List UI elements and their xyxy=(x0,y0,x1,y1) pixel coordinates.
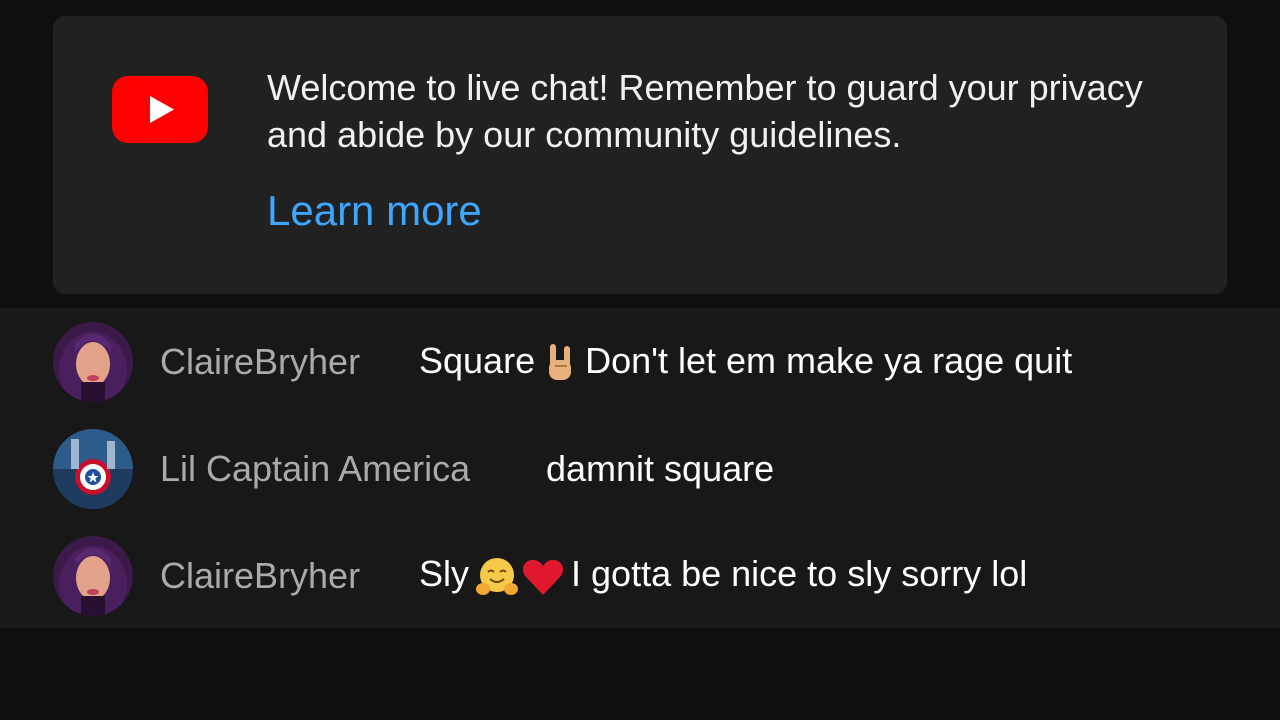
author-name[interactable]: ClaireBryher xyxy=(160,341,360,383)
message-text: damnit square xyxy=(546,448,774,490)
author-name[interactable]: ClaireBryher xyxy=(160,555,360,597)
welcome-card: Welcome to live chat! Remember to guard … xyxy=(53,16,1227,294)
message-text: Sly I gotta be nice to sly sorry lol xyxy=(419,553,1027,598)
learn-more-link[interactable]: Learn more xyxy=(267,186,482,236)
author-name[interactable]: Lil Captain America xyxy=(160,448,470,490)
user-avatar-icon[interactable] xyxy=(53,322,133,402)
chat-message: Lil Captain America damnit square xyxy=(0,419,1280,519)
message-text-before: damnit square xyxy=(546,448,775,489)
hugging-face-emoji xyxy=(476,557,519,595)
red-heart-emoji xyxy=(522,559,564,595)
chat-message: ClaireBryher Sly I gotta be nice to sly s… xyxy=(0,526,1280,626)
message-text: Square Don't let em make ya rage quit xyxy=(419,340,1072,384)
chat-message: ClaireBryher Square Don't let em make ya … xyxy=(0,312,1280,412)
youtube-logo-icon xyxy=(112,76,208,143)
chat-message-list: ClaireBryher Square Don't let em make ya … xyxy=(0,308,1280,628)
sign-of-the-horns-emoji xyxy=(549,344,572,381)
message-text-after: I gotta be nice to sly sorry lol xyxy=(571,553,1028,595)
captain-america-avatar-icon[interactable] xyxy=(53,429,133,509)
welcome-message: Welcome to live chat! Remember to guard … xyxy=(267,67,1143,155)
user-avatar-icon[interactable] xyxy=(53,536,133,616)
message-text-before: Square xyxy=(419,339,536,381)
message-text-before: Sly xyxy=(419,553,470,595)
message-text-after: Don't let em make ya rage quit xyxy=(585,339,1073,381)
